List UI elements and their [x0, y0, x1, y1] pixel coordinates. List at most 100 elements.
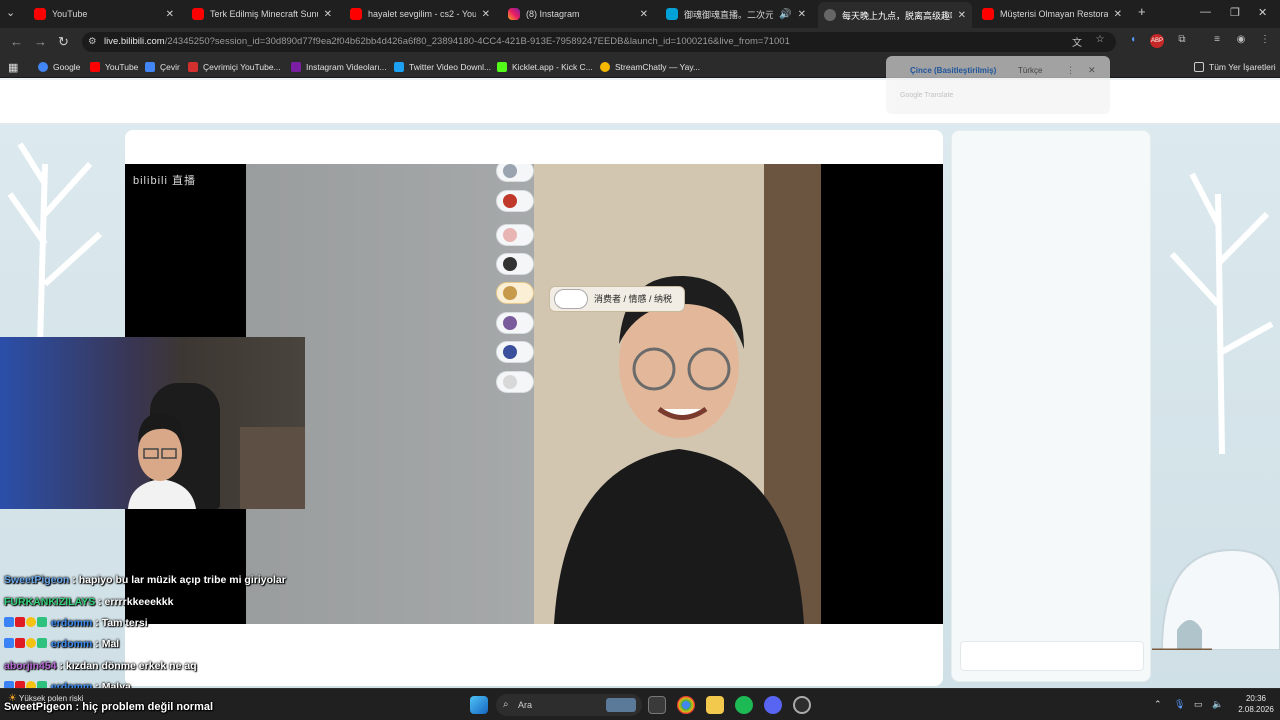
- bookmark-google[interactable]: Google: [38, 59, 80, 75]
- profile-icon[interactable]: ◉: [1234, 34, 1248, 48]
- menu-icon[interactable]: ⋮: [1258, 34, 1272, 48]
- steam-icon[interactable]: [793, 696, 811, 714]
- youtube-icon: [90, 62, 100, 72]
- url-input[interactable]: ⚙ live.bilibili.com/24345250?session_id=…: [82, 32, 1116, 52]
- chat-message: erdomm : Mal: [4, 638, 119, 650]
- windows-start-icon[interactable]: [470, 696, 488, 714]
- more-options-icon[interactable]: ⋮: [1066, 65, 1075, 76]
- gift-pill: [496, 312, 534, 334]
- chat-text: hiç problem değil normal: [82, 701, 214, 713]
- chat-username: SweetPigeon: [4, 701, 73, 713]
- close-window-icon[interactable]: ✕: [1258, 6, 1267, 19]
- chat-username: aborjin454: [4, 660, 57, 672]
- chat-input[interactable]: [960, 641, 1144, 671]
- chat-username: erdomm: [50, 638, 93, 650]
- close-tab-icon[interactable]: ✕: [640, 9, 648, 20]
- close-tab-icon[interactable]: ✕: [798, 9, 806, 20]
- badge-icon: [4, 638, 14, 649]
- google-icon: [38, 62, 48, 72]
- igloo-decoration: [1152, 548, 1280, 650]
- badge-icon: [26, 638, 36, 649]
- close-icon[interactable]: ✕: [1088, 65, 1096, 76]
- close-tab-icon[interactable]: ✕: [482, 9, 490, 20]
- bookmark-instagram-videolari[interactable]: Instagram Videoları...: [291, 59, 387, 75]
- reload-icon[interactable]: ↻: [58, 34, 69, 50]
- bookmark-youtube[interactable]: YouTube: [90, 59, 138, 75]
- tab-label: 每天晚上九点，脱离高级趣味: [842, 10, 952, 21]
- translate-icon[interactable]: 文: [1070, 34, 1084, 49]
- tab-label: hayalet sevgilim - cs2 - YouTub: [368, 9, 476, 19]
- bookmark-cevrimici-youtube[interactable]: Çevrimiçi YouTube...: [188, 59, 281, 75]
- extensions-icon[interactable]: ⧉: [1175, 34, 1189, 48]
- chat-message: FURKANKIZILAYS : errrrkkeeekkk: [4, 596, 174, 608]
- close-tab-icon[interactable]: ✕: [166, 9, 174, 20]
- reading-list-icon[interactable]: ≡: [1210, 34, 1224, 48]
- bookmark-label: YouTube: [105, 62, 139, 72]
- kick-icon: [497, 62, 507, 72]
- translate-target-lang[interactable]: Türkçe: [1018, 66, 1042, 75]
- chat-username: erdomm: [50, 617, 93, 629]
- task-view-icon[interactable]: [648, 696, 666, 714]
- tv-icon: [666, 8, 678, 20]
- gift-pill: [496, 224, 534, 246]
- bookmark-star-icon[interactable]: ☆: [1093, 34, 1107, 48]
- translate-source-lang[interactable]: Çince (Basitleştirilmiş): [910, 66, 996, 75]
- spotify-icon[interactable]: [735, 696, 753, 714]
- restore-icon[interactable]: ❐: [1230, 6, 1240, 19]
- tray-overflow-icon[interactable]: ⌃: [1154, 699, 1162, 710]
- back-icon[interactable]: ←: [10, 34, 23, 49]
- bookmark-label: Instagram Videoları...: [306, 62, 387, 72]
- gift-pill: [496, 190, 534, 212]
- tab-search-icon[interactable]: ⌄: [6, 6, 15, 19]
- volume-icon[interactable]: 🔈: [1212, 699, 1223, 710]
- taskbar-search[interactable]: ⌕ Ara: [496, 694, 642, 716]
- display-icon[interactable]: ▭: [1194, 699, 1203, 710]
- tab-minecraft[interactable]: Terk Edilmiş Minecraft Sunucun ✕: [186, 4, 338, 24]
- microphone-icon[interactable]: 🎙: [1174, 699, 1185, 710]
- tab-youtube[interactable]: YouTube ✕: [28, 4, 180, 24]
- bilibili-watermark: bilibili 直播: [133, 175, 196, 187]
- search-highlight-icon: [606, 698, 636, 712]
- snowy-tree-left: [7, 142, 103, 344]
- tab-bilibili-1[interactable]: 御魂御魂直播。二次元弹幕 🔊 ✕: [660, 4, 812, 24]
- gift-pill: [496, 164, 534, 182]
- apps-grid-icon[interactable]: ▦: [8, 59, 18, 75]
- chat-message: SweetPigeon : hapiyo bu lar müzik açıp t…: [4, 574, 286, 586]
- speaker-icon[interactable]: 🔊: [779, 9, 791, 20]
- gift-avatar: [503, 164, 517, 178]
- all-bookmarks[interactable]: Tüm Yer İşaretleri: [1194, 59, 1276, 75]
- discord-icon[interactable]: [764, 696, 782, 714]
- tab-label: 御魂御魂直播。二次元弹幕: [684, 9, 774, 20]
- site-info-icon[interactable]: ⚙: [88, 32, 97, 52]
- adblock-icon[interactable]: ABP: [1150, 34, 1164, 48]
- chrome-icon[interactable]: [677, 696, 695, 714]
- close-tab-icon[interactable]: ✕: [958, 10, 966, 21]
- windows-taskbar: ☀ Yüksek polen riski SweetPigeon : hiç p…: [0, 688, 1280, 720]
- bookmark-kicklet[interactable]: Kicklet.app - Kick C...: [497, 59, 593, 75]
- taskbar-clock[interactable]: 20:36 2.08.2026: [1234, 693, 1278, 715]
- gift-pill: [496, 253, 534, 275]
- streamchatly-icon: [600, 62, 610, 72]
- tab-hayalet-sevgilim[interactable]: hayalet sevgilim - cs2 - YouTub ✕: [344, 4, 496, 24]
- bookmark-streamchatly[interactable]: StreamChatly — Yay...: [600, 59, 700, 75]
- close-tab-icon[interactable]: ✕: [324, 9, 332, 20]
- forward-icon[interactable]: →: [34, 34, 47, 49]
- tab-restoranlar[interactable]: Müşterisi Olmayan Restoranlar ✕: [976, 4, 1128, 24]
- badge-icon: [15, 617, 25, 628]
- background-shelf: [240, 427, 305, 509]
- new-tab-button[interactable]: +: [1138, 4, 1146, 19]
- tab-bilibili-active[interactable]: 每天晚上九点，脱离高级趣味 ✕: [818, 2, 972, 28]
- close-tab-icon[interactable]: ✕: [1114, 9, 1122, 20]
- tab-label: Terk Edilmiş Minecraft Sunucun: [210, 9, 318, 19]
- chat-text: Mal: [101, 638, 120, 650]
- bookmark-cevir[interactable]: Çevir: [145, 59, 180, 75]
- file-explorer-icon[interactable]: [706, 696, 724, 714]
- host-figure: [534, 164, 821, 624]
- browser-tab-strip: ⌄ YouTube ✕ Terk Edilmiş Minecraft Sunuc…: [0, 0, 1280, 28]
- extension-audio-icon[interactable]: ◖: [1126, 34, 1140, 48]
- minimize-icon[interactable]: —: [1200, 6, 1211, 18]
- tab-label: YouTube: [52, 9, 88, 19]
- bookmark-twitter-video[interactable]: Twitter Video Downl...: [394, 59, 491, 75]
- stream-tag-box: 消费者 / 情感 / 纳税: [549, 286, 686, 312]
- tab-instagram[interactable]: (8) Instagram ✕: [502, 4, 654, 24]
